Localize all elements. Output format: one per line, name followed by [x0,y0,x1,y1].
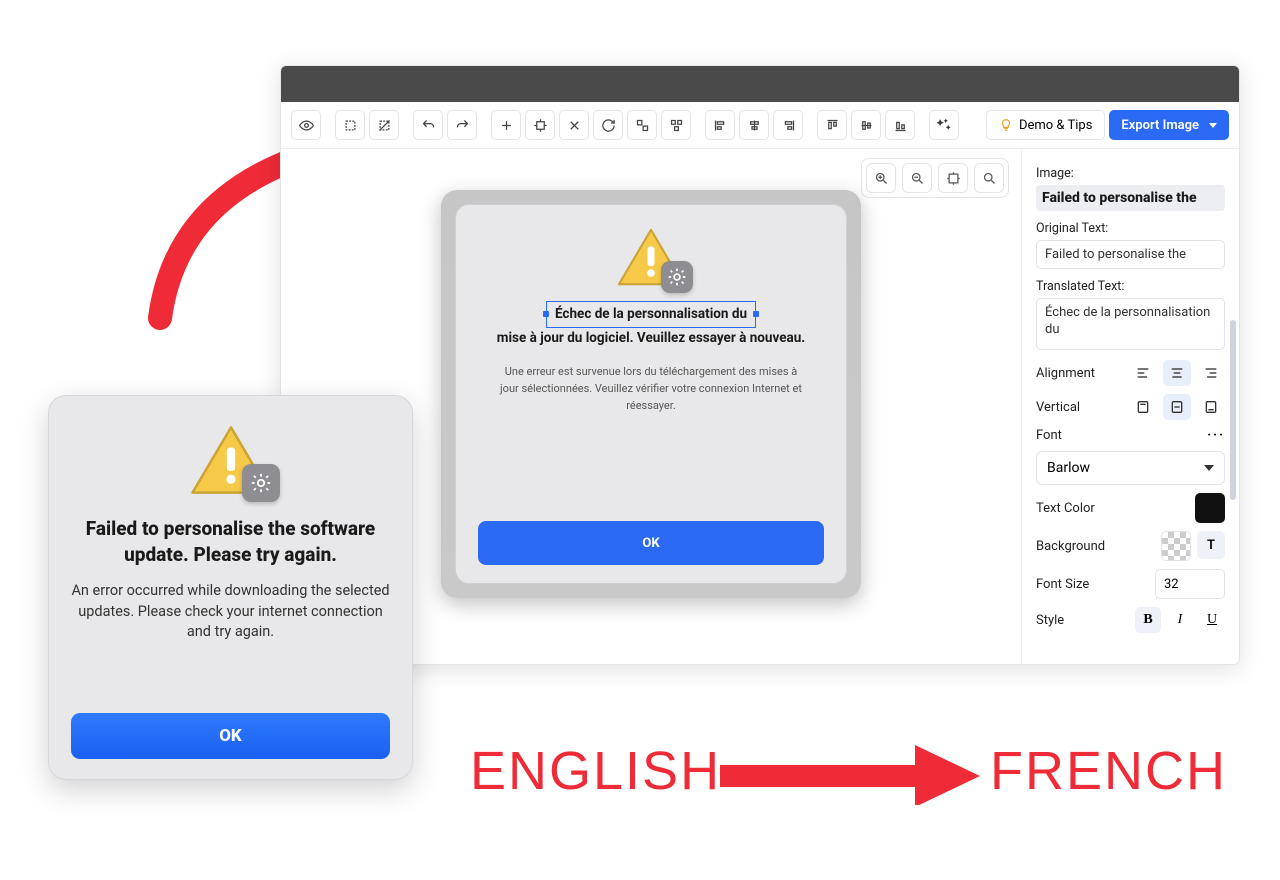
align-top-button[interactable] [817,110,847,140]
delete-button[interactable] [559,110,589,140]
export-image-button[interactable]: Export Image [1109,110,1229,140]
group-button[interactable] [627,110,657,140]
warning-icon [615,227,687,287]
align-left-button[interactable] [1129,360,1157,386]
translated-text-label: Translated Text: [1036,279,1225,294]
ok-button-english[interactable]: OK [71,713,390,759]
font-size-label: Font Size [1036,577,1089,592]
gear-icon [242,464,280,502]
original-text-label: Original Text: [1036,221,1225,236]
more-icon[interactable]: ··· [1207,428,1225,443]
background-text-button[interactable]: T [1197,531,1225,559]
style-label: Style [1036,613,1064,628]
bold-button[interactable]: B [1135,607,1161,633]
font-label: Font [1036,428,1062,443]
text-color-swatch[interactable] [1195,493,1225,523]
gear-icon [661,261,693,293]
align-right-button[interactable] [773,110,803,140]
font-size-input[interactable]: 32 [1155,569,1225,599]
add-button[interactable] [491,110,521,140]
ungroup-button[interactable] [661,110,691,140]
properties-panel: Image: Failed to personalise the Origina… [1021,150,1239,664]
translated-text-input[interactable]: Échec de la personnalisation du [1036,298,1225,350]
image-title: Failed to personalise the [1036,185,1225,211]
english-label: ENGLISH [470,740,721,802]
chevron-down-icon [1204,465,1214,471]
font-value: Barlow [1047,460,1090,476]
select-all-button[interactable] [335,110,365,140]
dialog-desc-english: An error occurred while downloading the … [71,581,390,642]
underline-button[interactable]: U [1199,607,1225,633]
align-center-v-button[interactable] [851,110,881,140]
text-color-label: Text Color [1036,501,1095,516]
dialog-english: Failed to personalise the software updat… [48,395,413,780]
dialog-title-french[interactable]: Échec de la personnalisation du mise à j… [497,301,805,349]
image-label: Image: [1036,166,1225,181]
deselect-button[interactable] [369,110,399,140]
background-label: Background [1036,539,1105,554]
warning-icon [188,424,274,496]
demo-tips-button[interactable]: Demo & Tips [986,110,1105,140]
lightbulb-icon [999,118,1013,132]
top-toolbar: Demo & Tips Export Image [281,102,1239,149]
vertical-label: Vertical [1036,400,1080,415]
zoom-reset-button[interactable] [974,163,1004,193]
align-left-button[interactable] [705,110,735,140]
valign-middle-button[interactable] [1163,394,1191,420]
refresh-button[interactable] [593,110,623,140]
redo-button[interactable] [447,110,477,140]
align-right-button[interactable] [1197,360,1225,386]
export-label: Export Image [1121,118,1199,133]
straight-arrow [720,745,980,805]
valign-bottom-button[interactable] [1197,394,1225,420]
valign-top-button[interactable] [1129,394,1157,420]
zoom-fit-button[interactable] [938,163,968,193]
canvas-image[interactable]: Échec de la personnalisation du mise à j… [441,190,861,598]
zoom-controls [861,158,1009,198]
chevron-down-icon [1209,123,1217,128]
window-titlebar [281,66,1239,102]
panel-scrollbar[interactable] [1230,160,1236,654]
french-label: FRENCH [990,740,1227,802]
dialog-desc-french: Une erreur est survenue lors du téléchar… [478,363,824,414]
italic-button[interactable]: I [1167,607,1193,633]
align-center-button[interactable] [1163,360,1191,386]
ok-button-french[interactable]: OK [478,521,824,565]
background-swatch[interactable] [1161,531,1191,561]
app-window: Demo & Tips Export Image Éch [280,65,1240,665]
original-text-value: Failed to personalise the [1036,240,1225,269]
dialog-french: Échec de la personnalisation du mise à j… [455,204,847,584]
preview-button[interactable] [291,110,321,140]
align-center-h-button[interactable] [739,110,769,140]
alignment-label: Alignment [1036,366,1095,381]
crop-button[interactable] [525,110,555,140]
zoom-in-button[interactable] [866,163,896,193]
zoom-out-button[interactable] [902,163,932,193]
undo-button[interactable] [413,110,443,140]
font-select[interactable]: Barlow [1036,451,1225,485]
align-bottom-button[interactable] [885,110,915,140]
demo-tips-label: Demo & Tips [1019,118,1092,133]
dialog-title-english: Failed to personalise the software updat… [71,516,390,567]
magic-button[interactable] [929,110,959,140]
selected-text-box[interactable]: Échec de la personnalisation du [546,301,756,328]
